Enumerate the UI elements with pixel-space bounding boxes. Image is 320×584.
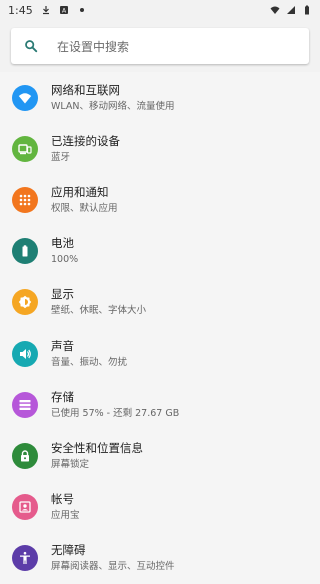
settings-item-apps[interactable]: 应用和通知 权限、默认应用: [0, 174, 320, 225]
settings-item-subtitle: 100%: [51, 254, 79, 266]
settings-item-subtitle: 壁纸、休眠、字体大小: [51, 305, 147, 317]
settings-item-title: 存储: [51, 389, 74, 404]
settings-item-title: 帐号: [51, 492, 74, 507]
storage-icon: [12, 391, 38, 418]
volume-icon: [12, 340, 38, 367]
settings-item-subtitle: 屏幕锁定: [51, 458, 90, 470]
settings-item-title: 无障碍: [51, 543, 86, 558]
settings-item-accounts[interactable]: 帐号 应用宝: [0, 482, 320, 533]
settings-item-connected-devices[interactable]: 已连接的设备 蓝牙: [0, 123, 320, 174]
wifi-icon: [270, 5, 280, 15]
sim-alert-icon: A: [59, 5, 69, 15]
search-input[interactable]: 在设置中搜索: [57, 38, 129, 55]
signal-icon: [286, 5, 296, 15]
settings-item-display[interactable]: 显示 壁纸、休眠、字体大小: [0, 277, 320, 328]
settings-item-title: 显示: [51, 287, 74, 302]
search-container: 在设置中搜索: [0, 20, 320, 72]
settings-item-title: 声音: [51, 338, 74, 353]
devices-icon: [12, 135, 38, 162]
settings-item-accessibility[interactable]: 无障碍 屏幕阅读器、显示、互动控件: [0, 533, 320, 584]
settings-item-network[interactable]: 网络和互联网 WLAN、移动网络、流量使用: [0, 72, 320, 123]
status-bar: 1:45 A: [0, 0, 320, 20]
settings-item-sound[interactable]: 声音 音量、振动、勿扰: [0, 328, 320, 379]
settings-item-subtitle: 应用宝: [51, 510, 80, 522]
status-right: [270, 5, 312, 15]
lock-icon: [12, 442, 38, 469]
download-icon: [41, 5, 51, 15]
status-time: 1:45: [8, 3, 33, 17]
settings-item-security[interactable]: 安全性和位置信息 屏幕锁定: [0, 430, 320, 481]
accessibility-icon: [12, 545, 38, 572]
settings-list: 网络和互联网 WLAN、移动网络、流量使用 已连接的设备 蓝牙 应用和通知 权限…: [0, 72, 320, 584]
settings-item-subtitle: 蓝牙: [51, 151, 71, 163]
settings-item-subtitle: 权限、默认应用: [51, 202, 118, 214]
battery-icon: [302, 5, 312, 15]
brightness-icon: [12, 289, 38, 316]
settings-item-title: 安全性和位置信息: [51, 440, 143, 455]
settings-item-title: 网络和互联网: [51, 82, 120, 97]
settings-item-storage[interactable]: 存储 已使用 57% - 还剩 27.67 GB: [0, 379, 320, 430]
account-icon: [12, 494, 38, 521]
apps-grid-icon: [12, 186, 38, 213]
search-bar[interactable]: 在设置中搜索: [11, 28, 309, 64]
search-icon[interactable]: [23, 38, 39, 54]
notification-dot-icon: [77, 5, 87, 15]
settings-item-title: 应用和通知: [51, 184, 109, 199]
wifi-icon: [12, 84, 38, 111]
settings-item-subtitle: WLAN、移动网络、流量使用: [51, 100, 175, 112]
settings-item-subtitle: 已使用 57% - 还剩 27.67 GB: [51, 407, 180, 419]
settings-item-battery[interactable]: 电池 100%: [0, 226, 320, 277]
battery-icon: [12, 238, 38, 265]
settings-item-title: 电池: [51, 236, 74, 251]
settings-item-title: 已连接的设备: [51, 133, 120, 148]
settings-item-subtitle: 屏幕阅读器、显示、互动控件: [51, 561, 175, 573]
status-left: 1:45 A: [8, 4, 87, 17]
settings-item-subtitle: 音量、振动、勿扰: [51, 356, 128, 368]
